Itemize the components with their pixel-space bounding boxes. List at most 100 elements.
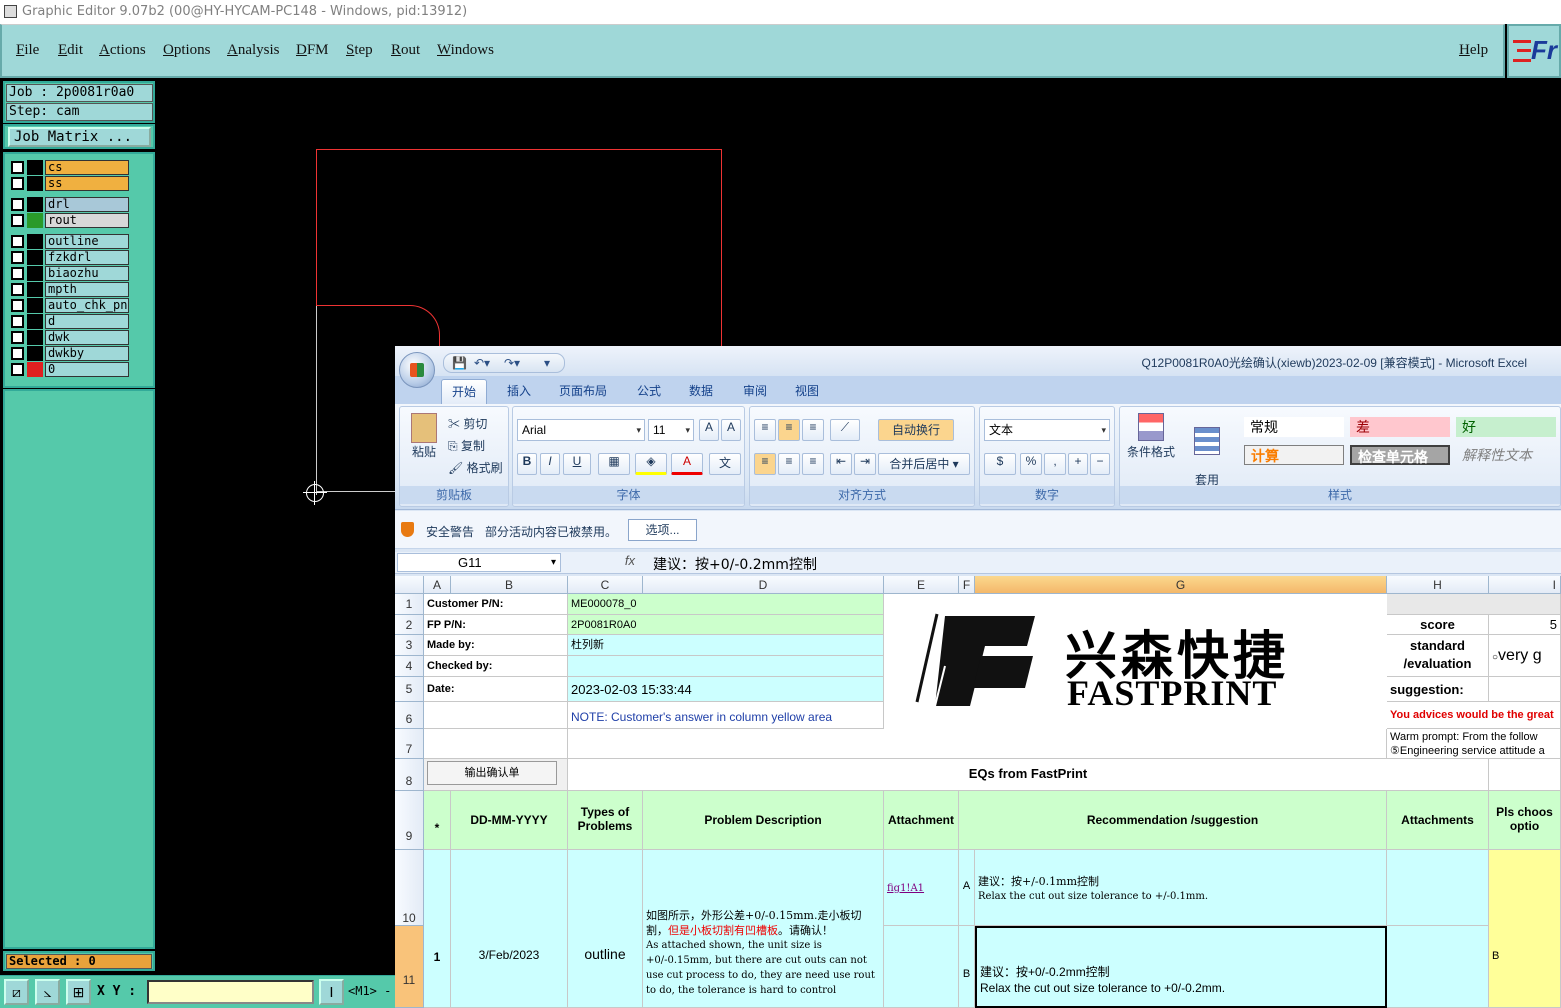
layer-name[interactable]: rout — [45, 213, 129, 228]
col-header-b[interactable]: B — [451, 576, 568, 594]
wrap-text-button[interactable]: 自动换行 — [878, 419, 954, 441]
layer-checkbox[interactable] — [11, 235, 24, 248]
customer-choice[interactable]: B — [1489, 850, 1561, 1008]
cell-h1[interactable] — [1387, 594, 1561, 615]
recommendation-a[interactable]: 建议：按+/-0.1mm控制 Relax the cut out size to… — [975, 850, 1387, 926]
layer-row-biaozhu[interactable]: biaozhu — [9, 266, 129, 281]
style-explain[interactable]: 解释性文本 — [1456, 445, 1556, 465]
col-header-h[interactable]: H — [1387, 576, 1489, 594]
layer-checkbox[interactable] — [11, 315, 24, 328]
row-header-4[interactable]: 4 — [395, 656, 424, 677]
grid-icon[interactable]: ⊞ — [66, 979, 91, 1005]
row-header-8[interactable]: 8 — [395, 759, 424, 791]
eq-date[interactable]: 3/Feb/2023 — [451, 850, 568, 1008]
row-header-2[interactable]: 2 — [395, 615, 424, 635]
eq-type[interactable]: outline — [568, 850, 643, 1008]
format-painter-button[interactable]: 🖌 格式刷 — [448, 459, 503, 476]
col-header-g[interactable]: G — [975, 576, 1387, 594]
layer-checkbox[interactable] — [11, 214, 24, 227]
layer-color-swatch[interactable] — [27, 176, 43, 191]
cell-h11[interactable] — [1387, 926, 1489, 1008]
info-value[interactable]: 2023-02-03 15:33:44 — [568, 677, 884, 702]
very-good-option[interactable]: ○very g — [1489, 635, 1561, 677]
layer-row-cs[interactable]: cs — [9, 160, 129, 175]
recommendation-b[interactable]: 建议：按+0/-0.2mm控制 Relax the cut out size t… — [975, 926, 1387, 1008]
currency-icon[interactable]: $ — [984, 453, 1016, 475]
tab-insert[interactable]: 插入 — [507, 382, 531, 399]
info-value[interactable] — [568, 656, 884, 677]
style-bad[interactable]: 差 — [1350, 417, 1450, 437]
attachment-link[interactable]: fig1!A1 — [887, 883, 924, 894]
grow-font-button[interactable]: A — [699, 419, 719, 441]
row-header-3[interactable]: 3 — [395, 635, 424, 656]
layer-color-swatch[interactable] — [27, 213, 43, 228]
security-options-button[interactable]: 选项... — [628, 519, 697, 541]
menu-rout[interactable]: Rout — [391, 42, 420, 59]
suggestion-input[interactable] — [1489, 677, 1561, 702]
tab-review[interactable]: 审阅 — [743, 382, 767, 399]
row-header-9[interactable]: 9 — [395, 791, 424, 850]
number-format-select[interactable]: 文本 — [984, 419, 1110, 441]
layer-name[interactable]: fzkdrl — [45, 250, 129, 265]
redo-icon[interactable]: ↷▾ — [504, 356, 520, 370]
undo-icon[interactable]: ↶▾ — [474, 356, 490, 370]
layer-name[interactable]: mpth — [45, 282, 129, 297]
align-bottom-icon[interactable]: ≡ — [802, 419, 824, 441]
col-header-e[interactable]: E — [884, 576, 959, 594]
layer-color-swatch[interactable] — [27, 234, 43, 249]
menu-help[interactable]: Help — [1459, 42, 1488, 59]
eq-description[interactable]: 如图所示，外形公差+0/-0.15mm.走小板切割，但是小板切割有凹槽板。请确认… — [643, 850, 884, 1008]
select-all-corner[interactable] — [395, 576, 424, 594]
tab-view[interactable]: 视图 — [795, 382, 819, 399]
cell-a10[interactable]: 1 — [424, 850, 451, 1008]
menu-windows[interactable]: Windows — [437, 42, 494, 59]
menu-dfm[interactable]: DFM — [296, 42, 329, 59]
style-good[interactable]: 好 — [1456, 417, 1556, 437]
layer-name[interactable]: 0 — [45, 362, 129, 377]
layer-name[interactable]: ss — [45, 176, 129, 191]
layer-row-auto_chk_pn[interactable]: auto_chk_pn — [9, 298, 129, 313]
menu-edit[interactable]: Edit — [58, 42, 83, 59]
score-value[interactable]: 5 — [1489, 615, 1561, 635]
note-cell[interactable]: NOTE: Customer's answer in column yellow… — [568, 702, 884, 729]
menu-file[interactable]: File — [16, 42, 39, 59]
layer-checkbox[interactable] — [11, 299, 24, 312]
align-right-icon[interactable]: ≡ — [802, 453, 824, 475]
xy-input[interactable] — [147, 980, 314, 1004]
col-header-a[interactable]: A — [424, 576, 451, 594]
col-header-d[interactable]: D — [643, 576, 884, 594]
layer-name[interactable]: auto_chk_pn — [45, 298, 129, 313]
layer-color-swatch[interactable] — [27, 282, 43, 297]
office-button[interactable] — [399, 352, 435, 388]
layer-name[interactable]: drl — [45, 197, 129, 212]
layer-color-swatch[interactable] — [27, 314, 43, 329]
row-header-1[interactable]: 1 — [395, 594, 424, 615]
layer-name[interactable]: dwkby — [45, 346, 129, 361]
cell-c7[interactable] — [568, 729, 1387, 759]
fill-color-icon[interactable]: ◈ — [635, 453, 667, 475]
name-box[interactable]: G11 — [397, 553, 561, 572]
menu-options[interactable]: Options — [163, 42, 211, 59]
font-name-select[interactable]: Arial — [517, 419, 645, 441]
tab-page-layout[interactable]: 页面布局 — [559, 382, 607, 399]
col-header-c[interactable]: C — [568, 576, 643, 594]
merge-center-button[interactable]: 合并后居中 ▾ — [878, 453, 970, 475]
layer-checkbox[interactable] — [11, 198, 24, 211]
row-header-5[interactable]: 5 — [395, 677, 424, 702]
layer-color-swatch[interactable] — [27, 298, 43, 313]
layer-color-swatch[interactable] — [27, 266, 43, 281]
layer-checkbox[interactable] — [11, 267, 24, 280]
font-size-select[interactable]: 11 — [648, 419, 694, 441]
increase-indent-icon[interactable]: ⇥ — [854, 453, 876, 475]
menu-analysis[interactable]: Analysis — [227, 42, 280, 59]
layer-row-ss[interactable]: ss — [9, 176, 129, 191]
underline-button[interactable]: U — [563, 453, 591, 475]
align-center-icon[interactable]: ≡ — [778, 453, 800, 475]
layer-checkbox[interactable] — [11, 363, 24, 376]
job-matrix-button[interactable]: Job Matrix ... — [8, 127, 151, 147]
cell-b6[interactable] — [424, 702, 568, 729]
decrease-indent-icon[interactable]: ⇤ — [830, 453, 852, 475]
layer-checkbox[interactable] — [11, 283, 24, 296]
format-as-table-button[interactable]: 套用 表格格式 — [1182, 411, 1232, 504]
align-middle-icon[interactable]: ≡ — [778, 419, 800, 441]
